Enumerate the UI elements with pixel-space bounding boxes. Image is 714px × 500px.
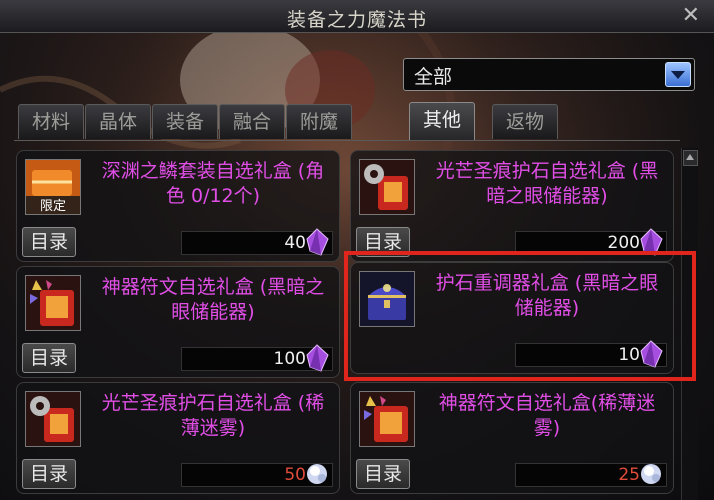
white-mist-orb-icon	[307, 464, 327, 484]
price-box: 100	[181, 344, 333, 372]
chevron-down-icon[interactable]	[665, 62, 691, 87]
catalog-button[interactable]: 目录	[22, 227, 76, 257]
scroll-up-icon[interactable]	[683, 150, 698, 166]
item-card[interactable]: 神器符文自选礼盒(稀薄迷雾) 目录 25	[350, 382, 674, 494]
window-title: 装备之力魔法书	[286, 9, 427, 31]
item-name: 光芒圣痕护石自选礼盒 (黑暗之眼储能器)	[435, 160, 659, 207]
highlight-box	[344, 251, 696, 381]
catalog-button[interactable]: 目录	[22, 459, 76, 489]
item-card[interactable]: 限定 深渊之鳞套装自选礼盒 (角色 0/12个) 目录 40	[16, 150, 340, 262]
item-name: 光芒圣痕护石自选礼盒 (稀薄迷雾)	[101, 392, 325, 439]
rune-box-icon	[25, 275, 81, 331]
filter-selected-value: 全部	[414, 66, 453, 88]
price: 50	[284, 465, 306, 485]
tab-other[interactable]: 其他	[409, 102, 475, 141]
white-mist-orb-icon	[641, 464, 661, 484]
item-card[interactable]: 神器符文自选礼盒 (黑暗之眼储能器) 目录 100	[16, 266, 340, 378]
price-box: 40	[181, 228, 333, 256]
purple-crystal-icon	[306, 344, 329, 372]
title-bar: 装备之力魔法书 ✕	[0, 0, 714, 33]
item-name: 深渊之鳞套装自选礼盒 (角色 0/12个)	[101, 160, 325, 207]
item-card[interactable]: 光芒圣痕护石自选礼盒 (黑暗之眼储能器) 目录 200	[350, 150, 674, 262]
price-box: 25	[515, 463, 667, 487]
item-name: 神器符文自选礼盒(稀薄迷雾)	[438, 392, 656, 439]
purple-crystal-icon	[306, 228, 329, 256]
gear-red-box-icon	[359, 159, 415, 215]
gear-red-box-icon	[25, 391, 81, 447]
item-card[interactable]: 光芒圣痕护石自选礼盒 (稀薄迷雾) 目录 50	[16, 382, 340, 494]
item-name: 神器符文自选礼盒 (黑暗之眼储能器)	[101, 276, 325, 323]
catalog-button[interactable]: 目录	[356, 459, 410, 489]
catalog-button[interactable]: 目录	[22, 343, 76, 373]
limited-badge: 限定	[40, 199, 66, 214]
orange-limited-box-icon: 限定	[25, 159, 81, 215]
filter-dropdown[interactable]: 全部	[403, 58, 695, 91]
price: 25	[618, 465, 640, 485]
tab-crystals[interactable]: 晶体	[85, 104, 151, 139]
tab-equipment[interactable]: 装备	[152, 104, 218, 139]
tab-fusion[interactable]: 融合	[219, 104, 285, 139]
tab-materials[interactable]: 材料	[18, 104, 84, 139]
magic-book-window: 装备之力魔法书 ✕ 全部 材料 晶体 装备 融合 附魔 其他 返物 限定 深渊之…	[0, 0, 714, 500]
rune-box-icon	[359, 391, 415, 447]
price: 100	[273, 349, 306, 369]
close-icon[interactable]: ✕	[682, 3, 700, 28]
tab-enchant[interactable]: 附魔	[286, 104, 352, 139]
tab-return[interactable]: 返物	[492, 104, 558, 139]
price-box: 50	[181, 463, 333, 487]
price: 40	[284, 233, 306, 253]
